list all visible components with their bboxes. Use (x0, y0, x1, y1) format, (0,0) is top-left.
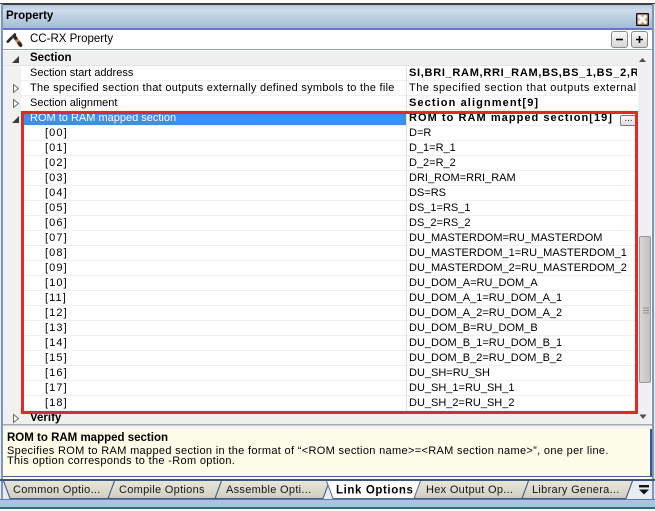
svg-text:Common Optio...: Common Optio... (13, 484, 101, 496)
svg-text:Assemble Opti...: Assemble Opti... (226, 484, 312, 496)
svg-text:Compile Options: Compile Options (119, 484, 205, 496)
svg-text:Link Options: Link Options (336, 484, 413, 496)
svg-text:Library Genera...: Library Genera... (532, 484, 620, 496)
svg-text:Hex Output Op...: Hex Output Op... (426, 484, 513, 496)
